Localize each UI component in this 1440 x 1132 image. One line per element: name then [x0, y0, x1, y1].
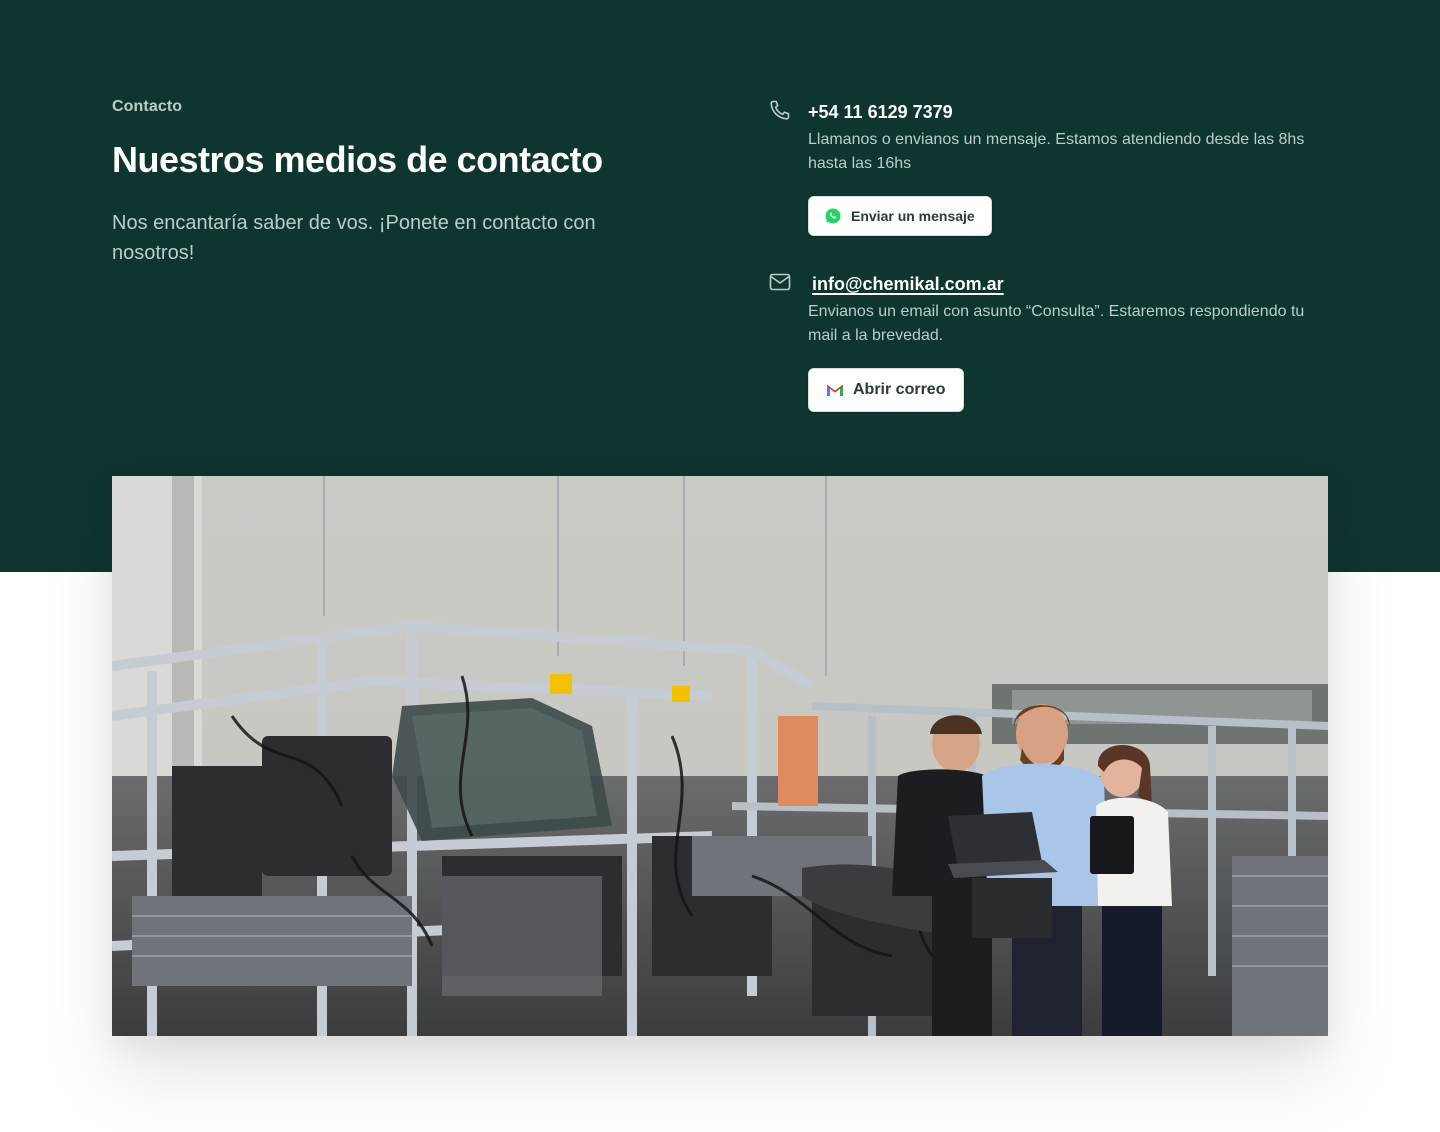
phone-description: Llamanos o envianos un mensaje. Estamos … — [808, 131, 1305, 172]
whatsapp-icon — [825, 208, 841, 224]
phone-icon — [768, 98, 792, 122]
gmail-icon — [827, 384, 843, 396]
section-eyebrow: Contacto — [112, 98, 183, 115]
mail-icon — [768, 270, 792, 294]
email-address-link[interactable]: info@chemikal.com.ar — [812, 272, 1004, 296]
open-mail-button[interactable]: Abrir correo — [808, 368, 965, 412]
section-intro: Nos encantaría saber de vos. ¡Ponete en … — [112, 212, 596, 264]
send-message-button[interactable]: Enviar un mensaje — [808, 196, 992, 236]
hero-photo — [112, 476, 1328, 1036]
open-mail-label: Abrir correo — [853, 381, 946, 398]
factory-photo — [112, 476, 1328, 1036]
send-message-label: Enviar un mensaje — [851, 208, 975, 224]
email-description: Envianos un email con asunto “Consulta”.… — [808, 303, 1305, 344]
contact-intro: Contacto Nuestros medios de contacto Nos… — [112, 98, 672, 268]
page-title: Nuestros medios de contacto — [112, 139, 603, 180]
phone-number[interactable]: +54 11 6129 7379 — [808, 100, 953, 124]
